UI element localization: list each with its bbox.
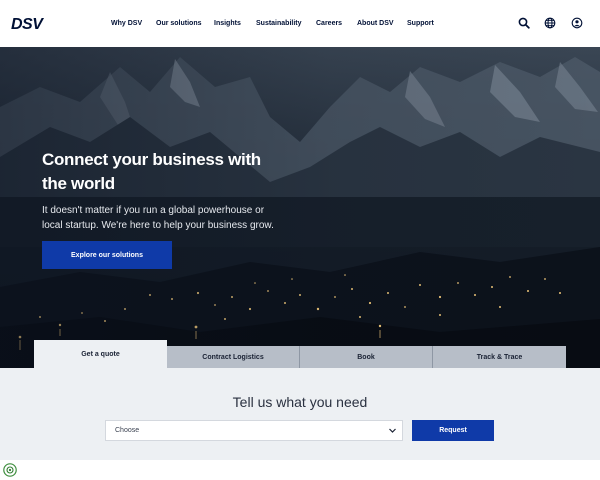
logo-text: DSV bbox=[11, 16, 44, 31]
page-bottom bbox=[0, 460, 600, 480]
quote-panel: Tell us what you need Choose Request bbox=[0, 368, 600, 460]
site-header: DSV Why DSV Our solutions Insights Susta… bbox=[0, 0, 600, 47]
nav-item-our-solutions[interactable]: Our solutions bbox=[156, 18, 202, 30]
globe-icon[interactable] bbox=[544, 17, 556, 29]
nav-item-about-dsv[interactable]: About DSV bbox=[357, 18, 394, 30]
nav-item-why-dsv[interactable]: Why DSV bbox=[111, 18, 142, 30]
service-select[interactable]: Choose bbox=[105, 420, 403, 441]
nav-item-insights[interactable]: Insights bbox=[214, 18, 241, 30]
cookie-settings-icon[interactable] bbox=[3, 463, 17, 477]
select-value: Choose bbox=[115, 427, 140, 434]
chevron-down-icon bbox=[389, 428, 396, 433]
user-icon[interactable] bbox=[571, 17, 583, 29]
hero-title: Connect your business with the world bbox=[42, 150, 261, 193]
explore-solutions-button[interactable]: Explore our solutions bbox=[42, 241, 172, 269]
nav-item-support[interactable]: Support bbox=[407, 18, 434, 30]
search-icon[interactable] bbox=[518, 17, 530, 29]
tab-contract-logistics[interactable]: Contract Logistics bbox=[167, 346, 300, 368]
dsv-logo[interactable]: DSV bbox=[11, 15, 49, 31]
quote-title: Tell us what you need bbox=[232, 394, 368, 410]
tab-book[interactable]: Book bbox=[300, 346, 433, 368]
request-button[interactable]: Request bbox=[412, 420, 494, 441]
tab-track-and-trace[interactable]: Track & Trace bbox=[433, 346, 566, 368]
service-tabs: Get a quote Contract Logistics Book Trac… bbox=[34, 340, 566, 368]
nav-item-careers[interactable]: Careers bbox=[316, 18, 342, 30]
tab-get-a-quote[interactable]: Get a quote bbox=[34, 340, 167, 368]
nav-item-sustainability[interactable]: Sustainability bbox=[256, 18, 302, 30]
hero-banner: Connect your business with the world It … bbox=[0, 47, 600, 368]
hero-subtitle: It doesn't matter if you run a global po… bbox=[42, 205, 274, 231]
